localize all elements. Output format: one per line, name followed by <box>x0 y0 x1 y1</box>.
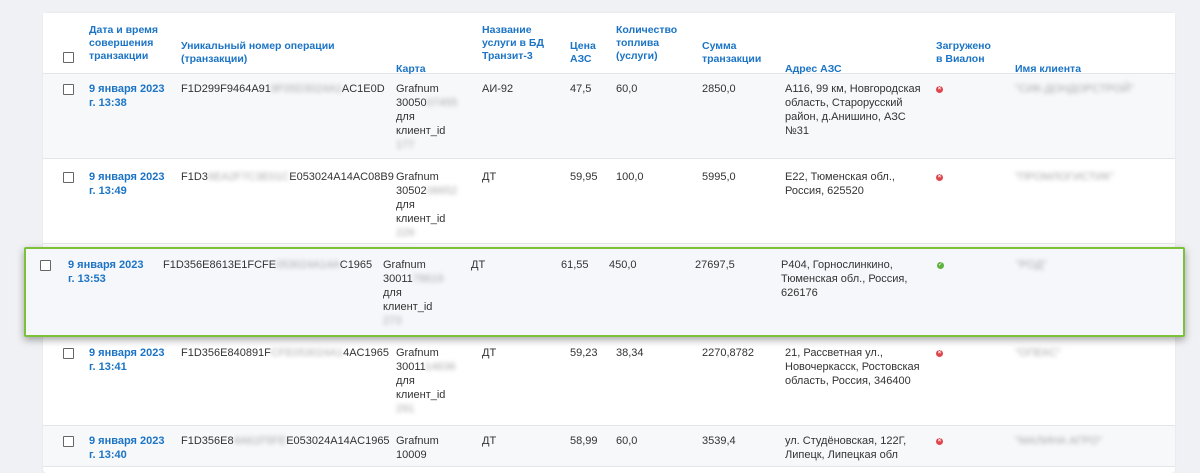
row-checkbox[interactable] <box>63 84 74 95</box>
quantity: 450,0 <box>609 259 637 271</box>
row-checkbox[interactable] <box>63 172 74 183</box>
col-header-service[interactable]: Название услуги в БД Транзит-3 <box>482 13 544 73</box>
price: 61,55 <box>561 259 589 271</box>
x-circle-icon: × <box>936 86 943 93</box>
operation-number: F1D356E840891FCFE053024A14AC1965 <box>181 347 389 359</box>
service-name: ДТ <box>482 435 497 447</box>
col-header-op-number[interactable]: Уникальный номер операции (транзакции) <box>181 13 335 83</box>
operation-number: F1D36EA2F7C3E01CE053024A14AC08B9 <box>181 171 394 183</box>
client-name: "ПРОМЛОГИСТИК" <box>1015 171 1114 183</box>
quantity: 38,34 <box>616 347 644 359</box>
select-all-checkbox[interactable] <box>63 52 74 63</box>
card-info: Grafnum 10009 <box>396 435 439 461</box>
col-header-quantity[interactable]: Количество топлива (услуги) <box>616 13 677 73</box>
col-header-sum[interactable]: Сумма транзакции <box>702 13 761 83</box>
table-row[interactable]: 9 января 2023 г. 13:41 F1D356E840891FCFE0… <box>43 336 1175 426</box>
station-address: Е22, Тюменская обл., Россия, 625520 <box>785 171 895 197</box>
sum: 5995,0 <box>702 171 736 183</box>
row-checkbox[interactable] <box>40 260 51 271</box>
sum: 2850,0 <box>702 83 736 95</box>
station-address: Р404, Горнослинкино, Тюменская обл., Рос… <box>781 259 908 299</box>
station-address: 21, Рассветная ул., Новочеркасск, Ростов… <box>785 347 920 387</box>
service-name: ДТ <box>471 259 486 271</box>
card-info: Grafnum 3005007455 для клиент_id 177 <box>396 83 458 151</box>
row-checkbox[interactable] <box>63 348 74 359</box>
service-name: ДТ <box>482 171 497 183</box>
x-circle-icon: × <box>936 350 943 357</box>
service-name: АИ-92 <box>482 83 514 95</box>
col-header-loaded[interactable]: Загружено в Виалон <box>936 13 991 83</box>
table-row[interactable]: 9 января 2023 г. 13:40 F1D356E84A61F5FEE0… <box>43 426 1175 467</box>
client-name: "ОПЕКС" <box>1015 347 1061 359</box>
price: 58,99 <box>570 435 598 447</box>
transaction-date[interactable]: 9 января 2023 г. 13:38 <box>89 82 165 110</box>
price: 59,95 <box>570 171 598 183</box>
client-name: "СИК-ДОНДОРСТРОЙ" <box>1015 83 1134 95</box>
client-name: "МАЛИНА АГРО" <box>1015 435 1102 447</box>
transaction-date[interactable]: 9 января 2023 г. 13:40 <box>89 434 165 462</box>
x-circle-icon: × <box>936 174 943 181</box>
operation-number: F1D299F9464A919F05D3024A1AC1E0D <box>181 83 385 95</box>
x-circle-icon: × <box>936 438 943 445</box>
client-name: "РОД" <box>1016 259 1047 271</box>
quantity: 60,0 <box>616 435 638 447</box>
row-checkbox[interactable] <box>63 436 74 447</box>
sum: 27697,5 <box>695 259 735 271</box>
col-header-price[interactable]: Цена АЗС <box>570 13 596 83</box>
service-name: ДТ <box>482 347 497 359</box>
card-info: Grafnum 3001178619 для клиент_id 273 <box>383 259 444 327</box>
col-header-datetime[interactable]: Дата и время совершения транзакции <box>89 13 158 73</box>
operation-number: F1D356E84A61F5FEE053024A14AC1965 <box>181 435 390 447</box>
card-info: Grafnum 3001114636 для клиент_id 291 <box>396 347 456 415</box>
station-address: ул. Студёновская, 122Г, Липецк, Липецкая… <box>785 435 907 461</box>
sum: 3539,4 <box>702 435 736 447</box>
table-row-highlighted[interactable]: 9 января 2023 г. 13:53 F1D356E8613E1FCFE0… <box>24 247 1185 337</box>
quantity: 60,0 <box>616 83 638 95</box>
transaction-date[interactable]: 9 января 2023 г. 13:53 <box>68 258 144 286</box>
check-circle-icon: ✓ <box>937 262 944 269</box>
transaction-date[interactable]: 9 января 2023 г. 13:41 <box>89 346 165 374</box>
table-row[interactable]: 9 января 2023 г. 13:49 F1D36EA2F7C3E01CE0… <box>43 159 1175 244</box>
table-header: Дата и время совершения транзакции Уникаль… <box>43 13 1175 75</box>
transaction-date[interactable]: 9 января 2023 г. 13:49 <box>89 170 165 198</box>
operation-number: F1D356E8613E1FCFE053024A14AC1965 <box>163 259 373 271</box>
quantity: 100,0 <box>616 171 644 183</box>
price: 47,5 <box>570 83 592 95</box>
station-address: А116, 99 км, Новгородская область, Старо… <box>785 83 921 137</box>
card-info: Grafnum 3050206652 для клиент_id 229 <box>396 171 458 239</box>
sum: 2270,8782 <box>702 347 754 359</box>
price: 59,23 <box>570 347 598 359</box>
table-row[interactable]: 9 января 2023 г. 13:38 F1D299F9464A919F05… <box>43 74 1175 159</box>
